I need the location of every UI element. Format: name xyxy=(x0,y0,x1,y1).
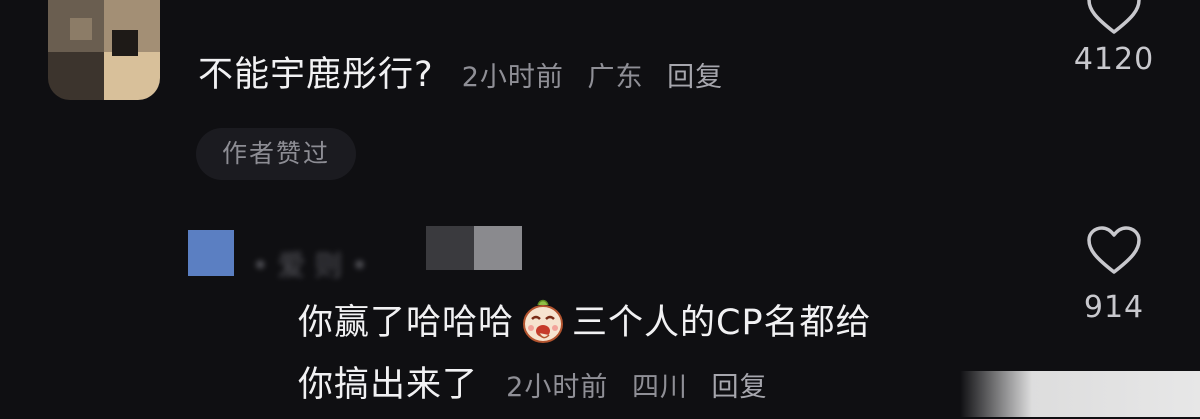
reply-line-2: 你搞出来了 2小时前 四川 回复 xyxy=(298,354,1008,419)
reply-body: 你赢了哈哈哈 三个人的CP名都给 你搞出来了 2小时前 四川 回复 xyxy=(298,292,1008,419)
replier-username-blurred: • 爱 则 • xyxy=(252,249,368,282)
reply-item: • 爱 则 • 你赢了哈哈哈 三个人的CP名都给 你搞出来了 2小时前 四川 回… xyxy=(0,220,1200,417)
comment-like-count: 4120 xyxy=(1073,42,1155,77)
heart-outline-icon xyxy=(1087,226,1141,274)
reply-time: 2小时前 xyxy=(506,372,609,403)
reply-like-count: 914 xyxy=(1083,290,1145,325)
comment-like-button[interactable]: 4120 xyxy=(1064,0,1164,77)
replier-avatar[interactable] xyxy=(188,230,234,276)
comment-meta: 2小时前 广东 回复 xyxy=(462,62,723,93)
watermark-scribble xyxy=(960,371,1200,417)
laughing-egg-emoji-icon xyxy=(518,295,568,345)
replier-name-mosaic xyxy=(426,226,522,270)
reply-meta: 2小时前 四川 回复 xyxy=(506,372,767,403)
reply-like-button[interactable]: 914 xyxy=(1064,226,1164,325)
author-liked-badge: 作者赞过 xyxy=(196,128,356,180)
commenter-avatar[interactable] xyxy=(48,0,160,100)
heart-outline-icon xyxy=(1087,0,1141,34)
reply-line-1: 你赢了哈哈哈 三个人的CP名都给 xyxy=(298,292,1008,354)
reply-text-part2: 三个人的CP名都给 xyxy=(572,303,872,343)
reply-text-part1: 你赢了哈哈哈 xyxy=(298,303,515,343)
replier-username[interactable]: • 爱 则 • xyxy=(252,236,402,282)
comment-location: 广东 xyxy=(587,62,644,93)
reply-text-line2: 你搞出来了 xyxy=(298,365,479,405)
reply-reply-button[interactable]: 回复 xyxy=(712,372,768,403)
reply-button[interactable]: 回复 xyxy=(667,62,723,93)
reply-location: 四川 xyxy=(631,372,688,403)
comment-time: 2小时前 xyxy=(461,62,564,93)
comment-body: 不能宇鹿彤行? 2小时前 广东 回复 xyxy=(198,52,723,101)
comment-text: 不能宇鹿彤行? xyxy=(198,55,434,95)
